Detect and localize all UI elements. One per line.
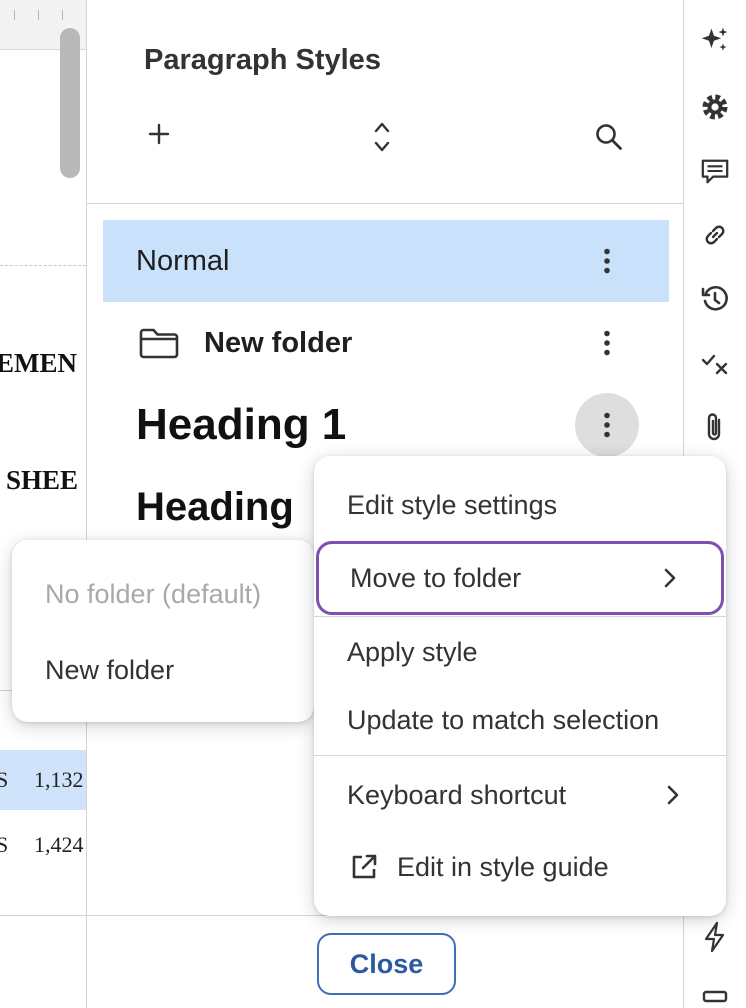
folder-icon: [139, 328, 179, 359]
panel-title: Paragraph Styles: [144, 44, 381, 76]
style-folder-new-folder[interactable]: New folder: [103, 302, 669, 384]
more-vertical-icon: [604, 330, 610, 356]
style-item-heading-1[interactable]: Heading 1: [103, 384, 669, 466]
plus-icon: [148, 123, 170, 145]
document-scrollbar[interactable]: [60, 28, 80, 178]
menu-item-label: No folder (default): [45, 578, 262, 609]
menu-item-new-folder[interactable]: New folder: [12, 634, 314, 706]
style-label: Normal: [136, 244, 230, 277]
style-context-menu: Edit style settings Move to folder Apply…: [314, 456, 726, 916]
table-cell: S: [0, 767, 9, 792]
gear-icon[interactable]: [700, 92, 730, 122]
table-cell: 1,424: [34, 832, 84, 857]
menu-item-keyboard-shortcut[interactable]: Keyboard shortcut: [314, 759, 726, 831]
folder-label: New folder: [204, 326, 353, 359]
minus-icon[interactable]: [700, 982, 730, 1008]
chevron-right-icon: [664, 568, 676, 588]
sort-icon: [374, 122, 390, 152]
check-x-icon[interactable]: [700, 348, 730, 378]
chevron-right-icon: [667, 785, 679, 805]
more-vertical-icon: [604, 412, 610, 438]
folder-options-button[interactable]: [575, 311, 639, 375]
lightning-icon[interactable]: [700, 921, 730, 953]
search-icon: [596, 124, 622, 150]
document-canvas[interactable]: EMEN SHEE S 1,132 S 1,424: [0, 0, 86, 1008]
menu-item-label: Keyboard shortcut: [347, 779, 567, 810]
move-to-folder-submenu: No folder (default) New folder: [12, 540, 314, 722]
menu-item-update-to-match-selection[interactable]: Update to match selection: [314, 686, 726, 754]
menu-item-apply-style[interactable]: Apply style: [314, 618, 726, 686]
style-label: Heading: [136, 484, 294, 529]
document-text: EMEN: [0, 348, 77, 378]
add-style-button[interactable]: [139, 114, 179, 154]
menu-item-move-to-folder[interactable]: Move to folder: [316, 541, 724, 615]
menu-item-edit-style-settings[interactable]: Edit style settings: [314, 470, 726, 540]
table-cell: S: [0, 832, 9, 857]
menu-item-label: Move to folder: [350, 562, 522, 593]
page-break-line: [0, 265, 86, 266]
document-text: SHEE: [6, 465, 79, 495]
sort-styles-button[interactable]: [362, 117, 402, 157]
link-icon[interactable]: [700, 220, 730, 250]
comment-icon[interactable]: [700, 156, 730, 186]
sparkle-icon[interactable]: [700, 25, 730, 55]
search-styles-button[interactable]: [589, 117, 629, 157]
style-label: Heading 1: [136, 400, 347, 449]
table-border: [0, 915, 86, 916]
menu-separator: [314, 616, 726, 617]
menu-item-label: Apply style: [347, 636, 478, 667]
more-vertical-icon: [604, 248, 610, 274]
menu-item-edit-in-style-guide[interactable]: Edit in style guide: [314, 832, 726, 902]
style-options-button[interactable]: [575, 229, 639, 293]
menu-separator: [314, 755, 726, 756]
paperclip-icon[interactable]: [700, 412, 730, 442]
menu-item-label: Edit style settings: [347, 489, 558, 520]
table-cell: 1,132: [34, 767, 84, 792]
style-item-normal[interactable]: Normal: [103, 220, 669, 302]
menu-item-label: Update to match selection: [347, 704, 660, 735]
menu-item-label: New folder: [45, 654, 175, 685]
external-link-icon: [352, 854, 377, 879]
menu-item-label: Edit in style guide: [397, 851, 609, 882]
style-options-button-active[interactable]: [575, 393, 639, 457]
close-button[interactable]: Close: [317, 933, 456, 995]
panel-divider: [87, 203, 685, 204]
menu-item-no-folder: No folder (default): [12, 558, 314, 630]
history-icon[interactable]: [700, 284, 730, 314]
